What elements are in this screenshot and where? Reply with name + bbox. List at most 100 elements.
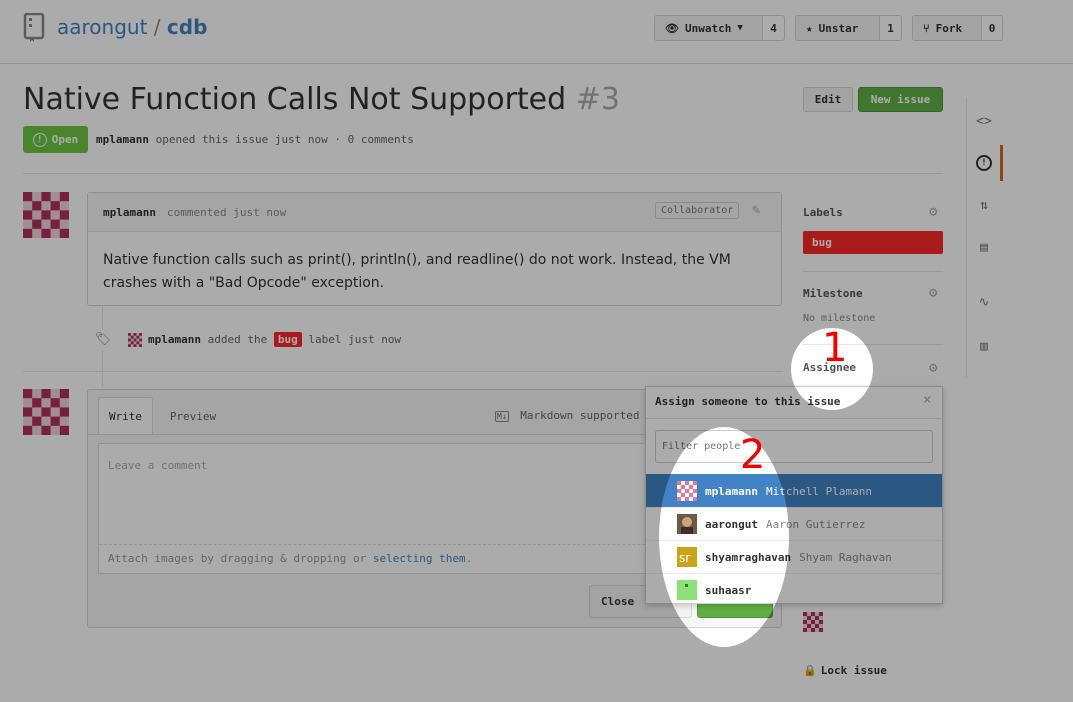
- milestone-heading: Milestone: [803, 287, 863, 300]
- markdown-hint[interactable]: M↓ Markdown supported: [495, 409, 639, 422]
- issue-author-link[interactable]: mplamann: [96, 133, 149, 146]
- sidebar-label-bug[interactable]: bug: [803, 231, 943, 254]
- markdown-icon: M↓: [495, 411, 509, 422]
- svg-text:sr: sr: [679, 551, 690, 565]
- fork-icon: ⑂: [923, 21, 930, 35]
- unstar-label: Unstar: [818, 21, 859, 35]
- gear-icon[interactable]: ⚙: [929, 285, 942, 301]
- comment-author-link[interactable]: mplamann: [103, 206, 156, 219]
- breadcrumb-separator: /: [153, 15, 161, 39]
- assignee-popup: Assign someone to this issue × mplamann …: [645, 386, 943, 604]
- close-icon[interactable]: ×: [923, 392, 931, 408]
- issue-opened-icon: !: [32, 132, 47, 147]
- assignee-option[interactable]: aarongut Aaron Gutierrez: [646, 507, 942, 540]
- repo-owner-link[interactable]: aarongut: [57, 15, 147, 39]
- attach-suffix: .: [465, 552, 473, 565]
- issue-meta: mplamann opened this issue just now · 0 …: [96, 133, 414, 146]
- assignee-option[interactable]: mplamann Mitchell Plamann: [646, 474, 942, 507]
- nav-selected-indicator: [1000, 145, 1003, 181]
- collaborator-badge: Collaborator: [655, 202, 740, 219]
- fork-button[interactable]: ⑂ Fork: [912, 15, 982, 41]
- eye-icon: 👁: [665, 21, 679, 35]
- stargazers-count[interactable]: 1: [879, 15, 902, 41]
- filter-people-input[interactable]: [655, 430, 933, 463]
- title-divider: [23, 173, 943, 174]
- avatar: [677, 481, 697, 501]
- issues-icon[interactable]: !: [972, 151, 996, 175]
- repo-nav-border: [966, 98, 967, 378]
- forks-count[interactable]: 0: [981, 15, 1003, 41]
- header-divider: [0, 63, 1073, 64]
- unstar-button[interactable]: ★ Unstar: [795, 15, 880, 41]
- attach-hint: Attach images by dragging & dropping or …: [108, 552, 472, 565]
- chevron-down-icon: ▼: [737, 23, 743, 33]
- assignee-login: suhaasr: [705, 583, 752, 597]
- fork-label: Fork: [935, 21, 963, 35]
- repo-breadcrumb: aarongut / cdb: [57, 15, 207, 39]
- comment-header: mplamann commented just now Collaborator…: [88, 193, 781, 232]
- tab-preview[interactable]: Preview: [163, 397, 223, 435]
- unwatch-button[interactable]: 👁 Unwatch ▼: [654, 15, 763, 41]
- comment-time[interactable]: commented just now: [167, 206, 286, 219]
- tab-write[interactable]: Write: [98, 397, 153, 435]
- lock-icon: 🔒: [803, 664, 817, 677]
- labels-heading: Labels: [803, 206, 843, 219]
- avatar[interactable]: [23, 389, 69, 435]
- timeline-divider: [23, 371, 783, 372]
- assignee-login: shyamraghavan: [705, 550, 792, 564]
- wiki-icon[interactable]: ▤: [972, 235, 996, 259]
- new-issue-button[interactable]: New issue: [858, 87, 943, 112]
- lock-issue-label: Lock issue: [820, 664, 887, 677]
- gear-icon[interactable]: ⚙: [929, 204, 942, 220]
- issue-meta-text: opened this issue just now · 0 comments: [155, 133, 414, 146]
- status-badge: ! Open: [23, 126, 88, 153]
- edit-button[interactable]: Edit: [803, 87, 853, 112]
- assignee-option[interactable]: sr shyamraghavan Shyam Raghavan: [646, 540, 942, 573]
- comment-placeholder: Leave a comment: [108, 459, 208, 472]
- step-marker-1: 1: [822, 325, 848, 371]
- avatar: [677, 514, 697, 534]
- tag-icon: 🏷: [92, 329, 114, 351]
- lock-issue-link[interactable]: 🔒 Lock issue: [803, 664, 887, 677]
- event-prefix: added the: [207, 333, 268, 346]
- unwatch-label: Unwatch: [684, 21, 732, 35]
- label-event: mplamann added the bug label just now: [148, 332, 402, 347]
- comment-box: mplamann commented just now Collaborator…: [87, 192, 782, 306]
- pulse-icon[interactable]: ∿: [972, 290, 996, 314]
- issue-number: #3: [575, 82, 620, 117]
- pull-request-icon[interactable]: ⇅: [972, 193, 996, 217]
- assignee-fullname: Shyam Raghavan: [799, 550, 892, 564]
- avatar[interactable]: [23, 192, 69, 238]
- avatar[interactable]: [803, 612, 823, 632]
- avatar[interactable]: [128, 333, 142, 347]
- comment-body: Native function calls such as print(), p…: [103, 252, 731, 291]
- gear-icon[interactable]: ⚙: [929, 360, 942, 376]
- avatar: [677, 580, 697, 600]
- issue-title-text: Native Function Calls Not Supported: [23, 82, 567, 117]
- markdown-label: Markdown supported: [520, 409, 640, 422]
- star-icon: ★: [806, 21, 813, 35]
- event-actor-link[interactable]: mplamann: [148, 333, 201, 346]
- popup-title: Assign someone to this issue: [655, 395, 841, 408]
- graphs-icon[interactable]: ▥: [972, 334, 996, 358]
- step-marker-2: 2: [740, 432, 766, 478]
- popup-divider: [646, 418, 942, 419]
- sidebar-divider: [803, 271, 943, 272]
- attach-prefix: Attach images by dragging & dropping or: [108, 552, 373, 565]
- repo-name-link[interactable]: cdb: [167, 15, 208, 39]
- repo-icon: [23, 13, 45, 42]
- code-icon[interactable]: <>: [972, 109, 996, 133]
- assignee-fullname: Aaron Gutierrez: [765, 517, 866, 531]
- assignee-option[interactable]: suhaasr: [646, 573, 942, 606]
- event-suffix: label just now: [308, 333, 402, 346]
- select-files-link[interactable]: selecting them: [373, 552, 466, 565]
- avatar: sr: [677, 547, 697, 567]
- pencil-icon[interactable]: ✎: [752, 202, 760, 218]
- assignee-fullname: Mitchell Plamann: [765, 484, 872, 498]
- bug-label[interactable]: bug: [273, 332, 302, 347]
- watchers-count[interactable]: 4: [762, 15, 785, 41]
- issue-title: Native Function Calls Not Supported #3: [23, 82, 620, 117]
- assignee-login: mplamann: [705, 484, 758, 498]
- assignee-login: aarongut: [705, 517, 758, 531]
- status-label: Open: [51, 133, 79, 146]
